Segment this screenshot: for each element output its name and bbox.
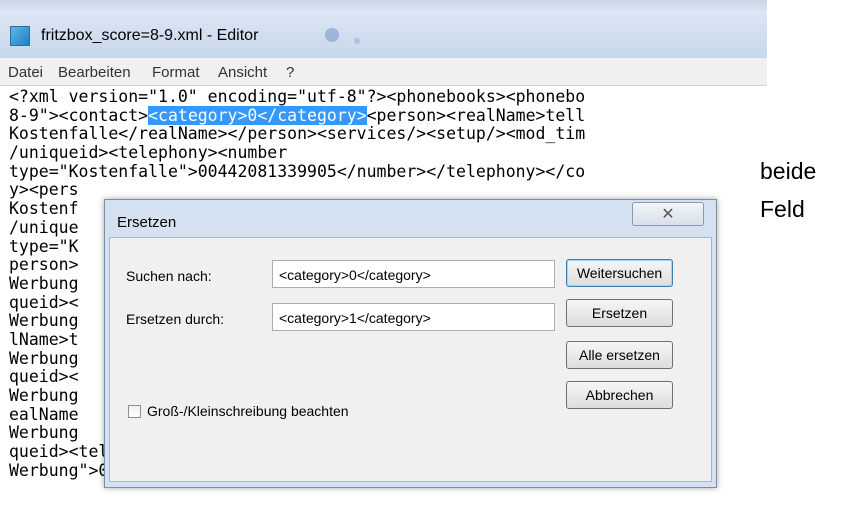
menu-format[interactable]: Format [152,64,200,81]
text-segment: ealName [9,404,79,424]
title-bar[interactable]: fritzbox_score=8-9.xml - Editor [0,14,767,58]
selected-text: <category>0</category> [148,105,367,125]
text-segment: person> [9,255,79,275]
title-bar-decoration [325,28,339,42]
dialog-body: Suchen nach: <category>0</category> Erse… [109,237,712,482]
text-line: Kostenfalle</realName></person><services… [9,125,767,144]
text-segment: Kostenfalle</realName></person><services… [9,124,586,144]
side-text-beide: beide [760,158,817,184]
match-case-label: Groß-/Kleinschreibung beachten [147,403,349,419]
match-case-checkbox[interactable] [128,405,141,418]
menu-bearbeiten[interactable]: Bearbeiten [58,64,131,81]
text-line: /uniqueid><telephony><number [9,143,767,163]
cancel-button[interactable]: Abbrechen [566,381,673,409]
notepad-icon [10,26,30,46]
menu-datei[interactable]: Datei [8,64,43,81]
text-line: type="Kostenfalle">00442081339905</numbe… [9,161,767,182]
text-line: 8-9"><contact><category>0</category><per… [9,105,767,126]
replace-all-button[interactable]: Alle ersetzen [566,341,673,369]
close-icon[interactable]: ✕ [632,202,704,226]
text-segment: lName>t [9,329,79,349]
title-bar-decoration-small [354,38,360,44]
search-input[interactable]: <category>0</category> [272,260,555,288]
text-segment: /uniqueid><telephony><number [9,143,288,163]
text-line: <?xml version="1.0" encoding="utf-8"?><p… [9,88,767,107]
text-segment: y><pers [9,180,79,200]
replace-button[interactable]: Ersetzen [566,299,673,327]
text-segment: <person><realName>tell [366,105,586,125]
find-next-button[interactable]: Weitersuchen [566,259,673,287]
menu-help[interactable]: ? [286,64,294,81]
text-segment: <?xml version="1.0" encoding="utf-8"?><p… [9,88,586,106]
window-top-strip [0,0,767,14]
text-segment: /unique [9,217,79,237]
menu-ansicht[interactable]: Ansicht [218,64,267,81]
side-text-feld: Feld [760,196,805,222]
text-segment: type="Kostenfalle">00442081339905</numbe… [9,161,586,181]
replace-label: Ersetzen durch: [126,311,225,327]
menu-bar: Datei Bearbeiten Format Ansicht ? [0,58,767,86]
replace-input[interactable]: <category>1</category> [272,303,555,331]
replace-dialog: Ersetzen ✕ Suchen nach: <category>0</cat… [104,199,717,488]
text-segment: queid>< [9,292,79,312]
text-segment: 8-9"><contact> [9,105,149,125]
dialog-title: Ersetzen [117,214,177,231]
text-segment: queid>< [9,367,79,387]
window-title: fritzbox_score=8-9.xml - Editor [41,27,259,44]
text-line: y><pers [9,181,767,200]
search-label: Suchen nach: [126,268,212,284]
